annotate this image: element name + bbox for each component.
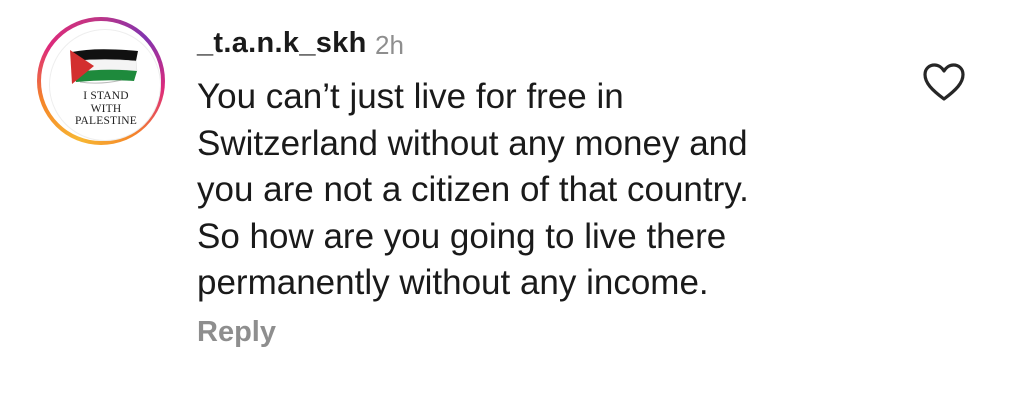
heart-outline-icon (923, 63, 965, 101)
avatar-badge-line: I STAND (83, 90, 129, 102)
reply-button[interactable]: Reply (197, 316, 276, 349)
username[interactable]: _t.a.n.k_skh (197, 27, 367, 60)
like-button[interactable] (922, 62, 966, 102)
avatar-badge-line: WITH (90, 102, 122, 115)
avatar[interactable]: I STAND WITH PALESTINE (37, 17, 165, 145)
comment-item: I STAND WITH PALESTINE _t.a.n.k_skh 2h Y… (0, 0, 1024, 403)
comment-text-line: Switzerland without any money and (197, 123, 748, 163)
comment-text-line: permanently without any income. (197, 263, 709, 302)
comment-text-line: you are not a citizen of that country. (197, 170, 749, 209)
comment-text-line: So how are you going to live there (197, 216, 727, 256)
avatar-badge-line: PALESTINE (74, 115, 138, 127)
comment-text: You can’t just live for free in Switzerl… (197, 74, 877, 307)
avatar-image: I STAND WITH PALESTINE (49, 29, 161, 141)
avatar-ring-gap: I STAND WITH PALESTINE (41, 21, 161, 141)
timestamp: 2h (375, 30, 404, 60)
avatar-badge-text: I STAND WITH PALESTINE (50, 90, 160, 128)
comment-text-line: You can’t just live for free in (197, 77, 624, 116)
